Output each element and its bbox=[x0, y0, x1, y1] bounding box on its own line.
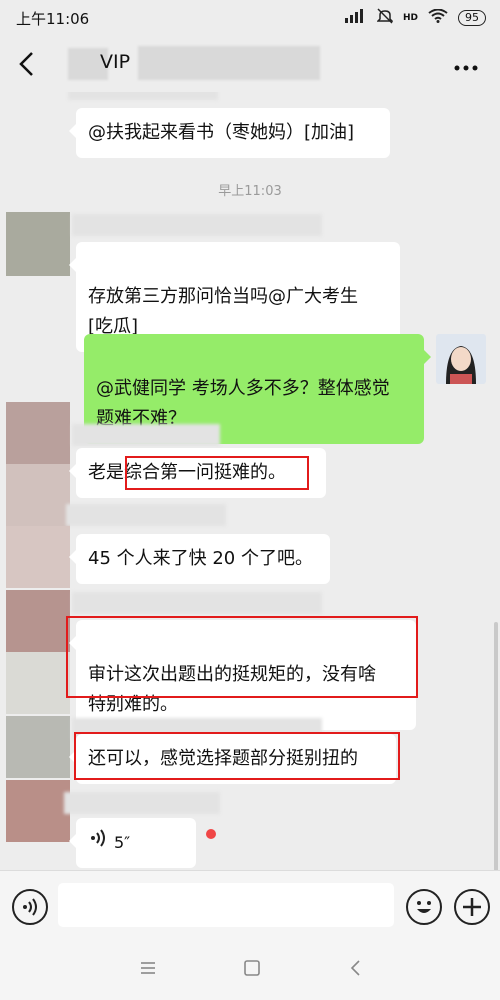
system-nav-bar bbox=[0, 942, 500, 1000]
voice-message[interactable]: 5″ bbox=[69, 818, 196, 868]
redacted-title bbox=[138, 46, 320, 80]
sender-name-redacted bbox=[72, 214, 322, 236]
message-timestamp: 早上11:03 bbox=[218, 184, 282, 199]
message-bubble[interactable]: 45 个人来了快 20 个了吧。 bbox=[69, 534, 330, 584]
back-icon[interactable] bbox=[344, 958, 368, 982]
avatar[interactable] bbox=[6, 590, 70, 714]
scrollbar[interactable] bbox=[494, 622, 498, 870]
chat-area[interactable]: @扶我起来看书（枣她妈）[加油] 早上11:03 存放第三方那问恰当吗@广大考生… bbox=[0, 92, 500, 870]
sender-name-redacted bbox=[72, 592, 322, 614]
message-text: @扶我起来看书（枣她妈）[加油] bbox=[88, 122, 355, 143]
more-icon[interactable] bbox=[454, 52, 478, 77]
mute-icon bbox=[376, 8, 394, 27]
message-text: 45 个人来了快 20 个了吧。 bbox=[88, 548, 313, 569]
highlight-box bbox=[66, 616, 418, 698]
wifi-icon bbox=[428, 8, 448, 26]
voice-icon bbox=[88, 828, 108, 858]
message-text: 存放第三方那问恰当吗@广大考生 [吃瓜] bbox=[88, 286, 358, 337]
sender-name-redacted bbox=[72, 424, 220, 446]
chat-title-suffix: VIP bbox=[100, 51, 131, 73]
unread-dot bbox=[206, 829, 216, 839]
highlight-box bbox=[125, 456, 309, 490]
avatar[interactable] bbox=[6, 526, 70, 588]
home-icon[interactable] bbox=[240, 958, 264, 982]
message-input[interactable] bbox=[58, 883, 394, 927]
chevron-left-icon[interactable] bbox=[14, 50, 40, 78]
chat-header: VIP bbox=[0, 36, 500, 92]
sender-name-redacted bbox=[64, 792, 220, 814]
battery-indicator: 95 bbox=[458, 9, 486, 26]
status-time: 上午11:06 bbox=[16, 10, 90, 28]
avatar[interactable] bbox=[6, 780, 70, 842]
input-bar bbox=[0, 870, 500, 943]
redacted-text bbox=[68, 92, 218, 100]
plus-icon[interactable] bbox=[454, 889, 490, 925]
message-text: @武健同学 考场人多不多？整体感觉 题难不难？ bbox=[96, 378, 390, 429]
avatar[interactable] bbox=[6, 212, 70, 276]
menu-icon[interactable] bbox=[136, 958, 160, 982]
avatar[interactable] bbox=[6, 402, 70, 526]
sender-name-redacted bbox=[66, 504, 226, 526]
network-type: HD bbox=[402, 12, 418, 23]
avatar[interactable] bbox=[436, 334, 486, 384]
highlight-box bbox=[74, 732, 400, 780]
avatar-illustration bbox=[446, 346, 476, 384]
status-icons: HD 95 bbox=[344, 8, 486, 27]
voice-duration: 5″ bbox=[114, 833, 131, 852]
avatar[interactable] bbox=[6, 716, 70, 778]
signal-icon bbox=[344, 9, 367, 26]
message-bubble[interactable]: @扶我起来看书（枣她妈）[加油] bbox=[69, 108, 390, 158]
status-bar: 上午11:06 HD 95 bbox=[0, 0, 500, 36]
emoji-icon[interactable] bbox=[406, 889, 442, 925]
voice-icon[interactable] bbox=[12, 889, 48, 925]
